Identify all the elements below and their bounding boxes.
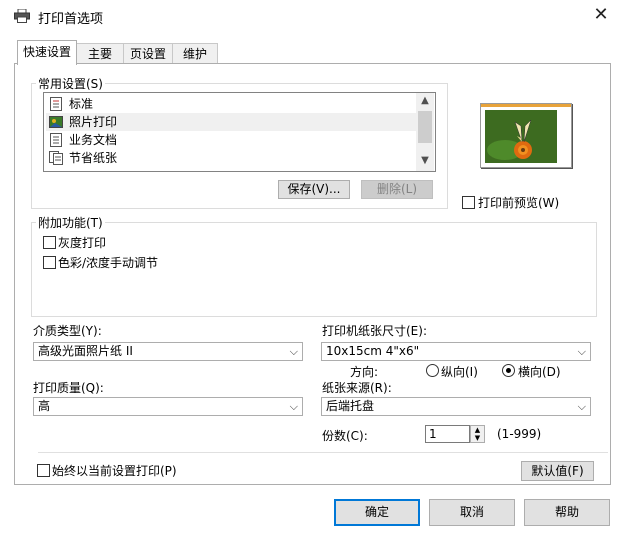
media-type-select[interactable]: 高级光面照片纸 II ⌵ <box>33 342 303 361</box>
list-scrollbar[interactable]: ▲ ▼ <box>416 93 434 171</box>
list-item-save-paper[interactable]: 节省纸张 <box>46 149 416 167</box>
paper-source-label: 纸张来源(R): <box>322 381 392 395</box>
tab-maintenance[interactable]: 维护 <box>172 43 218 64</box>
paper-source-value: 后端托盘 <box>326 399 375 413</box>
cancel-button[interactable]: 取消 <box>429 499 515 526</box>
landscape-radio[interactable] <box>502 364 515 377</box>
list-item-business-doc[interactable]: 业务文档 <box>46 131 416 149</box>
print-quality-label: 打印质量(Q): <box>33 381 104 395</box>
list-item-label: 节省纸张 <box>69 151 118 165</box>
scroll-up-icon[interactable]: ▲ <box>416 93 434 109</box>
list-item-standard[interactable]: 标准 <box>46 95 416 113</box>
stepper-up-icon[interactable]: ▲ <box>471 426 484 434</box>
butterfly-photo-icon <box>485 110 557 163</box>
media-type-label: 介质类型(Y): <box>33 324 102 338</box>
list-item-label: 照片打印 <box>69 115 118 129</box>
landscape-label: 横向(D) <box>518 365 561 379</box>
chevron-down-icon: ⌵ <box>289 345 298 358</box>
copies-stepper[interactable]: ▲ ▼ <box>470 425 485 443</box>
tab-main[interactable]: 主要 <box>76 43 124 64</box>
photo-icon <box>49 115 63 129</box>
portrait-label: 纵向(I) <box>441 365 478 379</box>
paper-size-value: 10x15cm 4"x6" <box>326 344 420 358</box>
common-settings-label: 常用设置(S) <box>36 75 105 92</box>
paper-size-label: 打印机纸张尺寸(E): <box>322 324 427 338</box>
portrait-radio[interactable] <box>426 364 439 377</box>
media-type-value: 高级光面照片纸 II <box>38 344 133 358</box>
copies-label: 份数(C): <box>322 429 368 443</box>
list-item-label: 标准 <box>69 97 94 111</box>
delete-button[interactable]: 删除(L) <box>361 180 433 199</box>
paper-source-select[interactable]: 后端托盘 ⌵ <box>321 397 591 416</box>
copies-range: (1-999) <box>497 427 542 441</box>
close-icon[interactable]: ✕ <box>588 4 614 28</box>
always-print-current-checkbox[interactable] <box>37 464 50 477</box>
save-button[interactable]: 保存(V)... <box>278 180 350 199</box>
list-item-label: 业务文档 <box>69 133 118 147</box>
business-doc-icon <box>49 133 63 147</box>
stepper-down-icon[interactable]: ▼ <box>471 434 484 442</box>
help-button[interactable]: 帮助 <box>524 499 610 526</box>
list-item-photo-print[interactable]: 照片打印 <box>46 113 416 131</box>
manual-color-adjust-label: 色彩/浓度手动调节 <box>58 256 159 270</box>
common-settings-list[interactable]: 标准 照片打印 业务文档 节省纸张 ▲ ▼ <box>43 92 436 172</box>
chevron-down-icon: ⌵ <box>577 400 586 413</box>
additional-features-label: 附加功能(T) <box>36 214 105 231</box>
paper-edge <box>481 104 571 107</box>
tab-page-setup[interactable]: 页设置 <box>123 43 173 64</box>
defaults-button[interactable]: 默认值(F) <box>521 461 594 481</box>
always-print-current-label: 始终以当前设置打印(P) <box>52 464 177 478</box>
print-quality-select[interactable]: 高 ⌵ <box>33 397 303 416</box>
preview-before-print-label: 打印前预览(W) <box>478 196 560 210</box>
chevron-down-icon: ⌵ <box>289 400 298 413</box>
grayscale-label: 灰度打印 <box>58 236 107 250</box>
print-quality-value: 高 <box>38 399 51 413</box>
chevron-down-icon: ⌵ <box>577 345 586 358</box>
tab-quick-setup[interactable]: 快速设置 <box>17 40 77 65</box>
preview-before-print-checkbox[interactable] <box>462 196 475 209</box>
printer-icon <box>14 8 30 23</box>
window-title: 打印首选项 <box>38 12 104 27</box>
orientation-label: 方向: <box>350 365 379 379</box>
save-paper-icon <box>49 151 63 165</box>
grayscale-checkbox[interactable] <box>43 236 56 249</box>
scroll-down-icon[interactable]: ▼ <box>416 153 434 169</box>
ok-button[interactable]: 确定 <box>334 499 420 526</box>
manual-color-adjust-checkbox[interactable] <box>43 256 56 269</box>
paper-preview <box>480 103 572 168</box>
standard-doc-icon <box>49 97 63 111</box>
scroll-thumb[interactable] <box>418 111 432 143</box>
copies-input[interactable]: 1 <box>425 425 470 443</box>
paper-size-select[interactable]: 10x15cm 4"x6" ⌵ <box>321 342 591 361</box>
separator <box>38 452 608 453</box>
